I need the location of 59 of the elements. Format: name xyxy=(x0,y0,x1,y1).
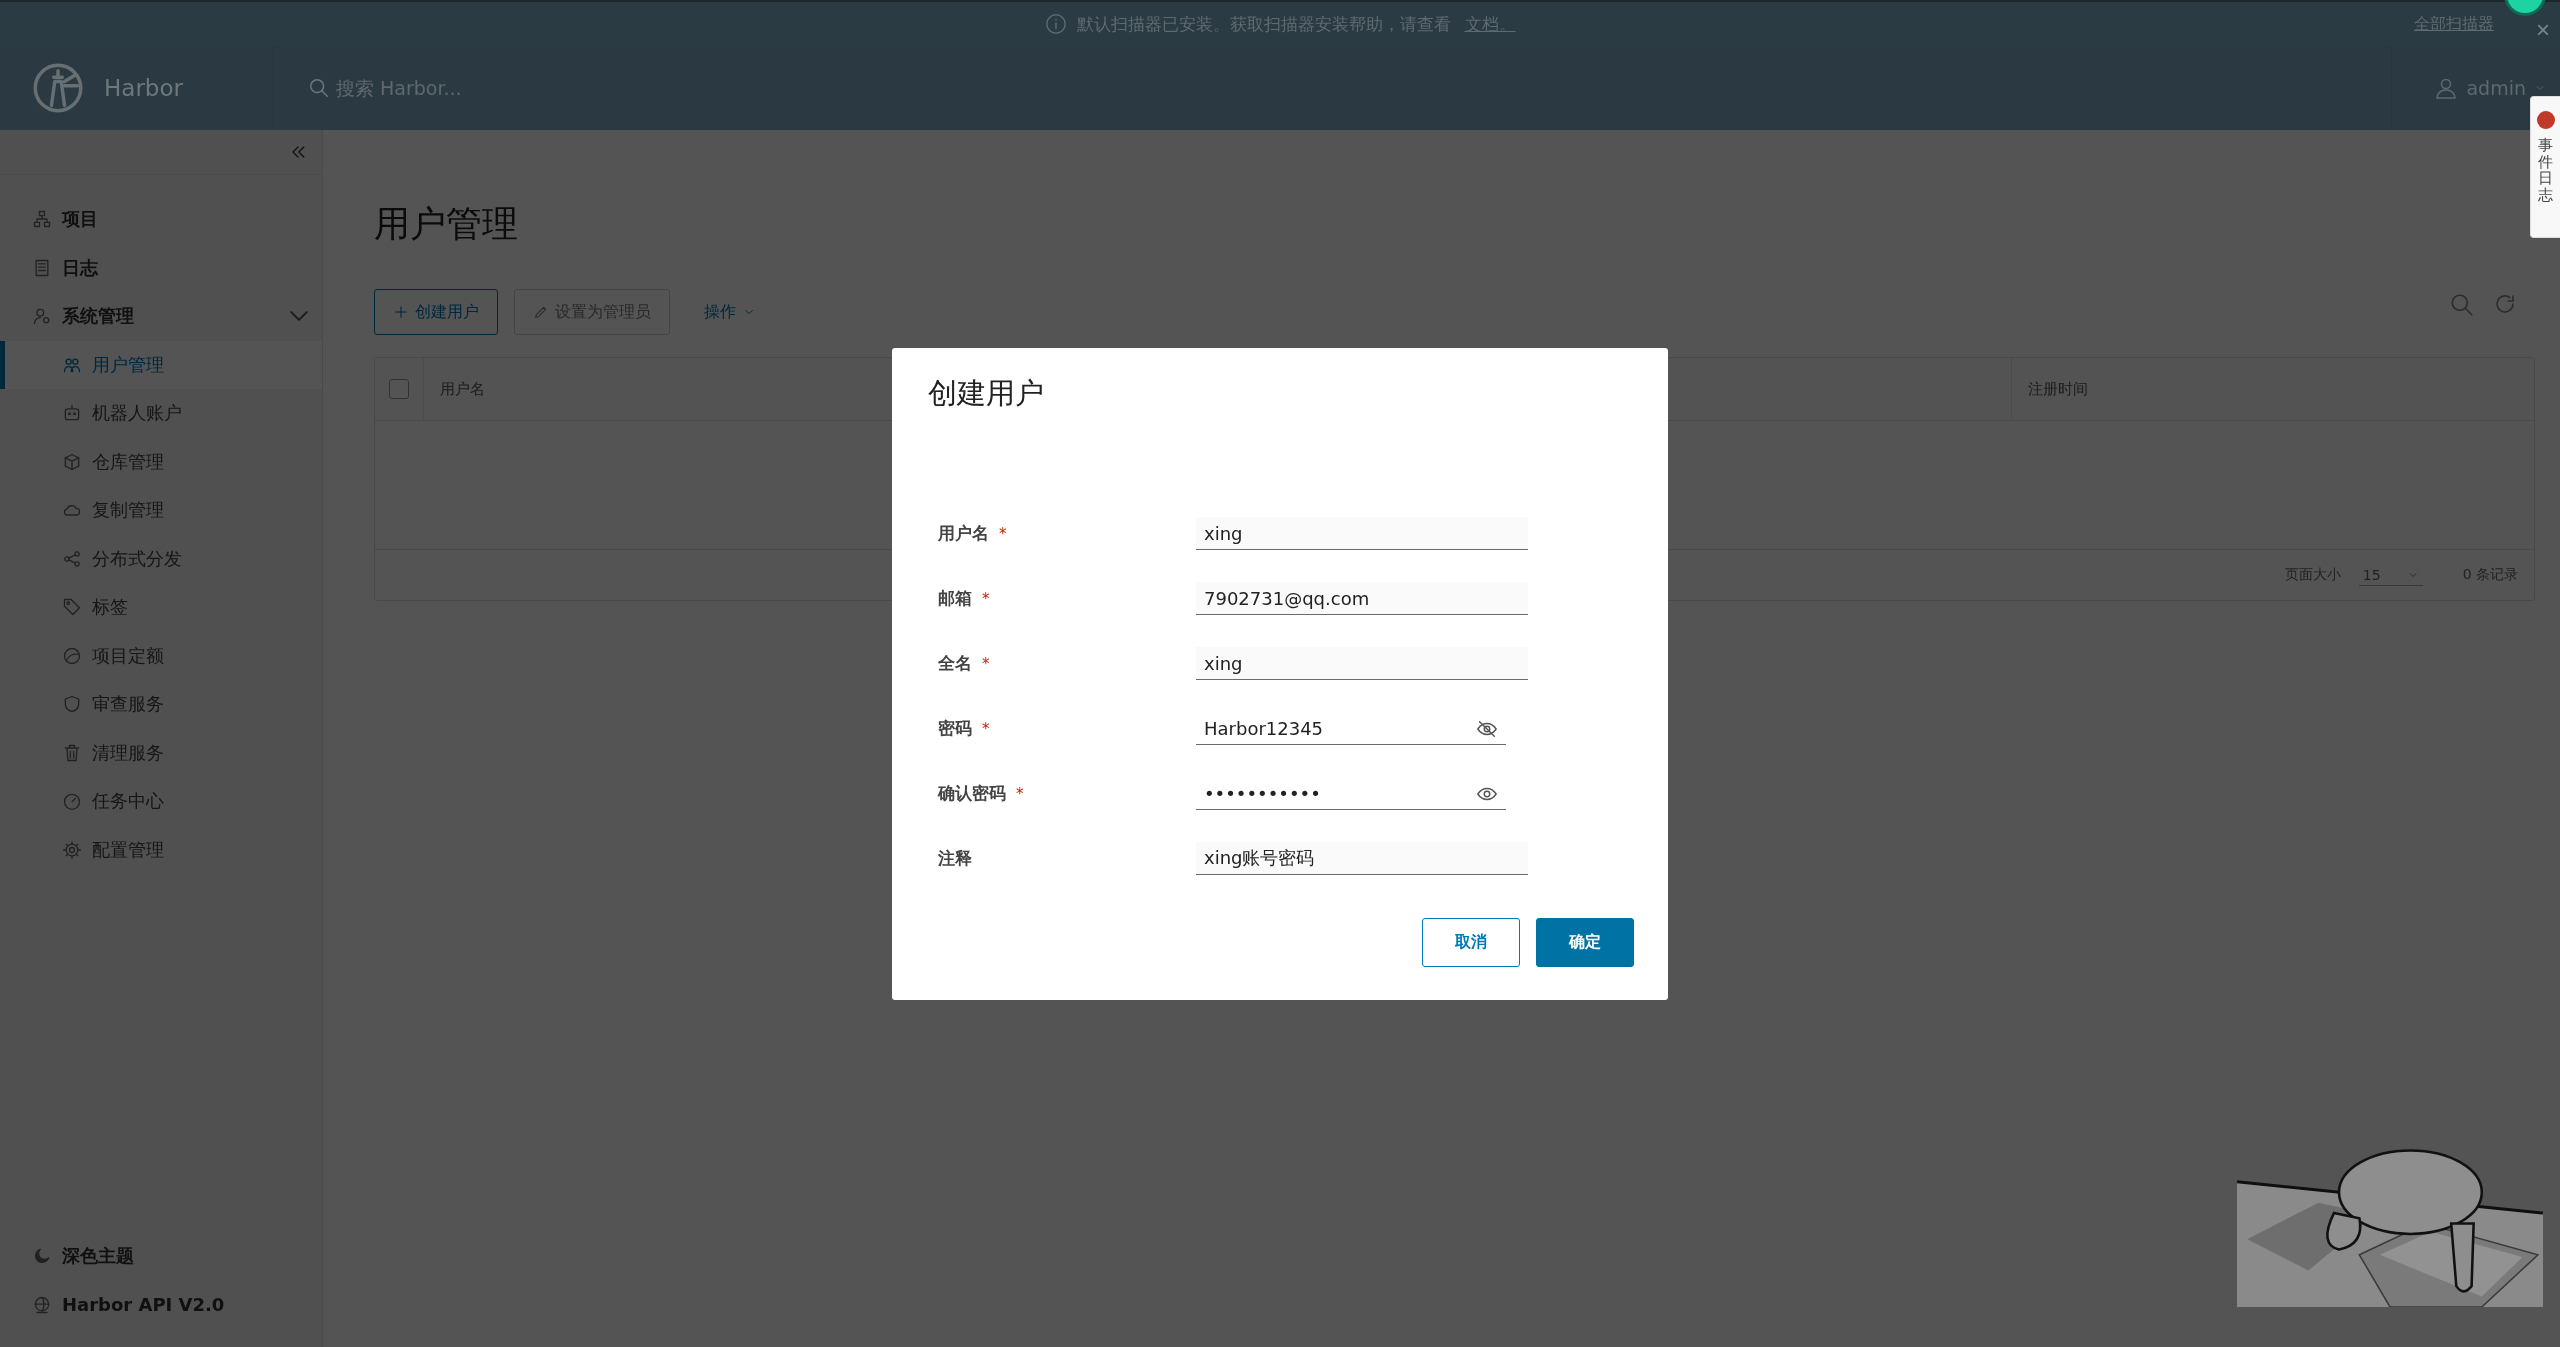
refresh-icon[interactable] xyxy=(2493,292,2517,316)
notification-dot-icon xyxy=(2536,111,2555,129)
plus-icon xyxy=(393,304,409,320)
nav-item[interactable]: 系统管理 xyxy=(0,292,322,341)
speedometer-icon xyxy=(62,791,82,812)
dialog-title: 创建用户 xyxy=(928,375,1045,412)
field-label: 密码 xyxy=(938,717,972,740)
brand-name: Harbor xyxy=(104,75,183,101)
cube-icon xyxy=(62,451,82,472)
field-label: 确认密码 xyxy=(938,782,1006,805)
field-label: 注释 xyxy=(938,847,972,870)
required-marker: * xyxy=(982,719,990,738)
search-icon xyxy=(308,77,330,99)
nav-item[interactable]: 项目定额 xyxy=(0,631,322,680)
info-icon xyxy=(1044,13,1067,35)
nav-item[interactable]: 分布式分发 xyxy=(0,534,322,583)
nav-item[interactable]: 深色主题 xyxy=(0,1231,322,1280)
lighthouse-logo-icon xyxy=(32,62,84,114)
nav-item[interactable]: 仓库管理 xyxy=(0,437,322,486)
input-field[interactable]: xing xyxy=(1196,647,1528,680)
required-marker: * xyxy=(982,589,990,608)
trash-icon xyxy=(62,742,82,763)
user-gear-icon xyxy=(32,306,52,327)
nav-item[interactable]: 清理服务 xyxy=(0,728,322,777)
nav-item[interactable]: Harbor API V2.0 xyxy=(0,1280,322,1329)
input-field[interactable]: xing xyxy=(1196,517,1528,550)
required-marker: * xyxy=(982,654,990,673)
field-label: 全名 xyxy=(938,652,972,675)
nav-item[interactable]: 标签 xyxy=(0,583,322,632)
nav-item[interactable]: 项目 xyxy=(0,195,322,244)
cancel-button[interactable]: 取消 xyxy=(1422,918,1520,967)
required-marker: * xyxy=(1016,784,1024,803)
hierarchy-icon xyxy=(32,209,52,230)
checkbox[interactable] xyxy=(389,379,409,399)
globe-icon xyxy=(32,1294,52,1315)
search-icon[interactable] xyxy=(2449,292,2475,318)
nav-item[interactable]: 复制管理 xyxy=(0,486,322,535)
tag-icon xyxy=(62,597,82,618)
input-field[interactable]: 7902731@qq.com xyxy=(1196,582,1528,615)
nav-item[interactable]: 用户管理 xyxy=(0,340,322,389)
eye-slash-icon[interactable] xyxy=(1476,718,1498,740)
share-icon xyxy=(62,548,82,569)
event-log-tab[interactable]: 事件日志 xyxy=(2530,96,2560,238)
nav-item[interactable]: 审查服务 xyxy=(0,680,322,729)
required-marker: * xyxy=(999,524,1007,543)
shield-icon xyxy=(62,694,82,715)
nav-item[interactable]: 机器人账户 xyxy=(0,389,322,438)
actions-dropdown[interactable]: 操作 xyxy=(686,289,774,335)
field-label: 用户名 xyxy=(938,522,989,545)
pencil-icon xyxy=(533,304,549,320)
page-title: 用户管理 xyxy=(374,202,519,246)
confirm-button[interactable]: 确定 xyxy=(1536,918,1634,967)
user-icon xyxy=(2434,76,2459,100)
nav-item[interactable]: 日志 xyxy=(0,243,322,292)
input-field[interactable]: xing账号密码 xyxy=(1196,842,1528,875)
toolbar-button[interactable]: 创建用户 xyxy=(374,289,498,335)
nav-item[interactable]: 配置管理 xyxy=(0,825,322,874)
field-label: 邮箱 xyxy=(938,587,972,610)
nav-item[interactable]: 任务中心 xyxy=(0,777,322,826)
